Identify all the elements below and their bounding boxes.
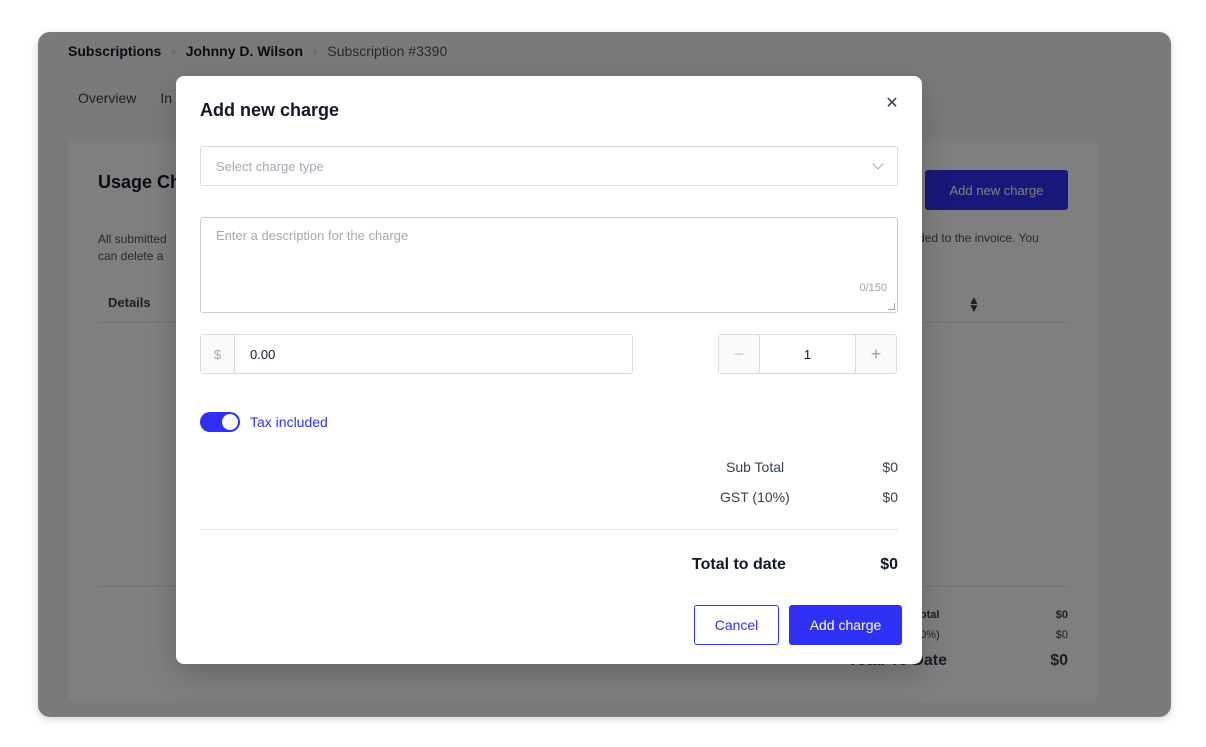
tax-included-label[interactable]: Tax included <box>250 414 328 430</box>
sub-total-value: $0 <box>882 459 898 475</box>
quantity-stepper: − 1 + <box>718 334 897 374</box>
character-counter: 0/150 <box>859 282 887 294</box>
quantity-input[interactable]: 1 <box>760 335 855 373</box>
tax-included-toggle[interactable] <box>200 412 240 432</box>
close-icon[interactable]: ✕ <box>884 96 900 112</box>
sub-total-label: Sub Total <box>726 459 785 475</box>
currency-prefix: $ <box>201 335 235 373</box>
chevron-down-icon <box>872 158 884 170</box>
toggle-knob <box>222 414 238 430</box>
amount-field: $ 0.00 <box>200 334 633 374</box>
total-to-date-label: Total to date <box>692 556 786 573</box>
amount-input[interactable]: 0.00 <box>235 335 632 373</box>
add-charge-modal: Add new charge ✕ Select charge type Ente… <box>176 76 922 664</box>
modal-title: Add new charge <box>200 100 340 120</box>
add-charge-button[interactable]: Add charge <box>789 605 902 645</box>
total-to-date-value: $0 <box>880 556 898 573</box>
resize-handle-icon[interactable] <box>888 303 895 310</box>
charge-type-select[interactable]: Select charge type <box>200 146 898 186</box>
cancel-button[interactable]: Cancel <box>694 605 779 645</box>
gst-label: GST (10%) <box>720 489 790 505</box>
gst-value: $0 <box>882 489 898 505</box>
divider <box>200 529 898 530</box>
decrement-button[interactable]: − <box>719 335 760 373</box>
description-placeholder: Enter a description for the charge <box>216 228 409 243</box>
increment-button[interactable]: + <box>855 335 896 373</box>
charge-type-placeholder: Select charge type <box>216 158 324 174</box>
description-textarea[interactable]: Enter a description for the charge 0/150 <box>200 217 898 313</box>
